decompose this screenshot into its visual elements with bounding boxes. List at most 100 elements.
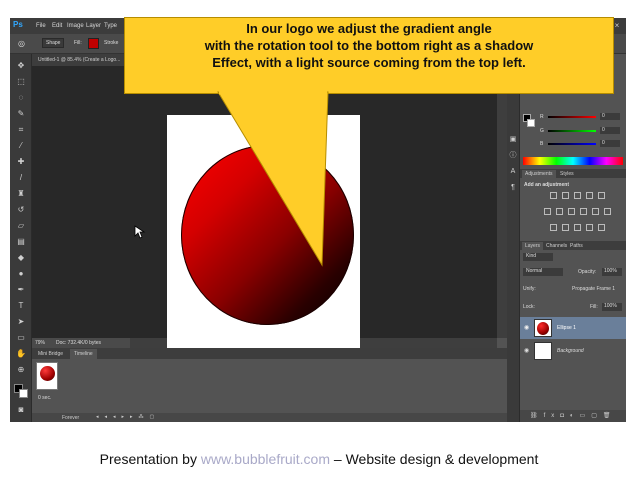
hand-tool-icon[interactable]: ✋ <box>15 348 27 360</box>
vertical-scrollbar[interactable] <box>497 66 507 338</box>
frame-delay[interactable]: 0 sec. <box>38 395 51 401</box>
green-slider[interactable] <box>548 130 596 132</box>
layer-row[interactable]: ◉ Background <box>520 340 626 362</box>
ellipse-thumbnail-icon <box>537 322 549 335</box>
visibility-eye-icon[interactable]: ◉ <box>524 324 529 331</box>
kind-filter[interactable]: Kind <box>523 253 553 261</box>
red-slider[interactable] <box>548 116 596 118</box>
lock-label: Lock: <box>523 304 535 310</box>
stroke-label: Stroke <box>104 40 119 46</box>
blue-value[interactable]: 0 <box>600 140 620 147</box>
propagate-checkbox[interactable]: Propagate Frame 1 <box>572 286 615 292</box>
opacity-value[interactable]: 100% <box>602 268 622 276</box>
vibrance-icon[interactable] <box>598 192 605 199</box>
character-panel-icon[interactable]: A <box>507 166 519 178</box>
mode-select[interactable]: Shape <box>42 38 65 48</box>
gradient-map-icon[interactable] <box>586 224 593 231</box>
threshold-icon[interactable] <box>574 224 581 231</box>
blur-tool-icon[interactable]: ◆ <box>15 252 27 264</box>
selective-color-icon[interactable] <box>598 224 605 231</box>
animation-frame[interactable] <box>36 362 58 390</box>
photo-filter-icon[interactable] <box>580 208 587 215</box>
quick-mask-icon[interactable]: ◙ <box>15 404 27 416</box>
callout-line: In our logo we adjust the gradient angle <box>246 21 492 36</box>
color-spectrum[interactable] <box>523 157 623 165</box>
playback-controls[interactable]: ◂◂◂▸▸⁂▢ <box>96 414 160 420</box>
color-lookup-icon[interactable] <box>604 208 611 215</box>
menu-edit[interactable]: Edit <box>52 23 62 29</box>
fill-swatch[interactable] <box>88 38 99 49</box>
tab-mini-bridge[interactable]: Mini Bridge <box>38 351 63 357</box>
lasso-tool-icon[interactable]: ◌ <box>15 92 27 104</box>
layers-footer-icons[interactable]: ⛓fx◘◐▭▢🗑 <box>520 410 626 422</box>
zoom-level[interactable]: 79% <box>35 340 45 346</box>
document-canvas[interactable] <box>167 115 360 358</box>
hue-saturation-icon[interactable] <box>544 208 551 215</box>
tab-layers[interactable]: Layers <box>522 242 544 250</box>
shape-tool-icon[interactable]: ▭ <box>15 332 27 344</box>
history-panel-icon[interactable]: ▣ <box>507 134 519 146</box>
channel-b-label: B <box>540 141 544 147</box>
footer-suffix: – Website design & development <box>330 451 539 467</box>
zoom-tool-icon[interactable]: ⊕ <box>15 364 27 376</box>
exposure-icon[interactable] <box>586 192 593 199</box>
history-brush-tool-icon[interactable]: ↺ <box>15 204 27 216</box>
tab-timeline[interactable]: Timeline <box>70 349 97 359</box>
menu-type[interactable]: Type <box>104 23 117 29</box>
layer-name: Ellipse 1 <box>557 325 576 331</box>
paragraph-panel-icon[interactable]: ¶ <box>507 182 519 194</box>
shape-tool-icon[interactable]: ◎ <box>18 39 28 49</box>
tab-channels[interactable]: Channels <box>546 243 567 249</box>
menu-file[interactable]: File <box>36 23 46 29</box>
visibility-eye-icon[interactable]: ◉ <box>524 347 529 354</box>
blend-mode-select[interactable]: Normal <box>523 268 563 276</box>
curves-icon[interactable] <box>574 192 581 199</box>
menu-layer[interactable]: Layer <box>86 23 101 29</box>
healing-tool-icon[interactable]: ✚ <box>15 156 27 168</box>
loop-select[interactable]: Forever <box>62 415 79 421</box>
dodge-tool-icon[interactable]: ● <box>15 268 27 280</box>
quick-select-tool-icon[interactable]: ✎ <box>15 108 27 120</box>
timeline-panel: 0 sec. <box>32 359 507 413</box>
background-color-swatch[interactable] <box>19 389 28 398</box>
presentation-footer: Presentation by www.bubblefruit.com – We… <box>0 451 638 467</box>
path-select-tool-icon[interactable]: ➤ <box>15 316 27 328</box>
type-tool-icon[interactable]: T <box>15 300 27 312</box>
channel-r-label: R <box>540 114 544 120</box>
tab-paths[interactable]: Paths <box>570 243 583 249</box>
color-balance-icon[interactable] <box>556 208 563 215</box>
color-bg-swatch[interactable] <box>527 119 535 127</box>
green-value[interactable]: 0 <box>600 127 620 134</box>
eyedropper-tool-icon[interactable]: ⁄ <box>15 140 27 152</box>
invert-icon[interactable] <box>550 224 557 231</box>
gradient-tool-icon[interactable]: ▤ <box>15 236 27 248</box>
posterize-icon[interactable] <box>562 224 569 231</box>
eraser-tool-icon[interactable]: ▱ <box>15 220 27 232</box>
marquee-tool-icon[interactable]: ⬚ <box>15 76 27 88</box>
channel-mixer-icon[interactable] <box>592 208 599 215</box>
gradient-ellipse[interactable] <box>181 145 354 325</box>
layer-row[interactable]: ◉ Ellipse 1 <box>520 317 626 339</box>
brush-tool-icon[interactable]: / <box>15 172 27 184</box>
layers-tabs: Layers Channels Paths <box>520 241 626 250</box>
pen-tool-icon[interactable]: ✒ <box>15 284 27 296</box>
tab-styles[interactable]: Styles <box>560 171 574 177</box>
stamp-tool-icon[interactable]: ♜ <box>15 188 27 200</box>
black-white-icon[interactable] <box>568 208 575 215</box>
callout-text: In our logo we adjust the gradient angle… <box>124 20 614 71</box>
brightness-icon[interactable] <box>550 192 557 199</box>
tab-adjustments[interactable]: Adjustments <box>522 170 556 178</box>
opacity-label: Opacity: <box>578 269 597 275</box>
cursor-arrow-icon <box>134 225 146 239</box>
crop-tool-icon[interactable]: ⌗ <box>15 124 27 136</box>
fill-opacity-value[interactable]: 100% <box>602 303 622 311</box>
menu-image[interactable]: Image <box>67 23 84 29</box>
frame-thumbnail <box>40 366 55 381</box>
footer-link[interactable]: www.bubblefruit.com <box>201 451 330 467</box>
properties-panel-icon[interactable]: ⓘ <box>507 150 519 162</box>
panel-dock-strip: ▣ ⓘ A ¶ <box>507 54 519 422</box>
blue-slider[interactable] <box>548 143 596 145</box>
levels-icon[interactable] <box>562 192 569 199</box>
red-value[interactable]: 0 <box>600 113 620 120</box>
move-tool-icon[interactable]: ✥ <box>15 60 27 72</box>
